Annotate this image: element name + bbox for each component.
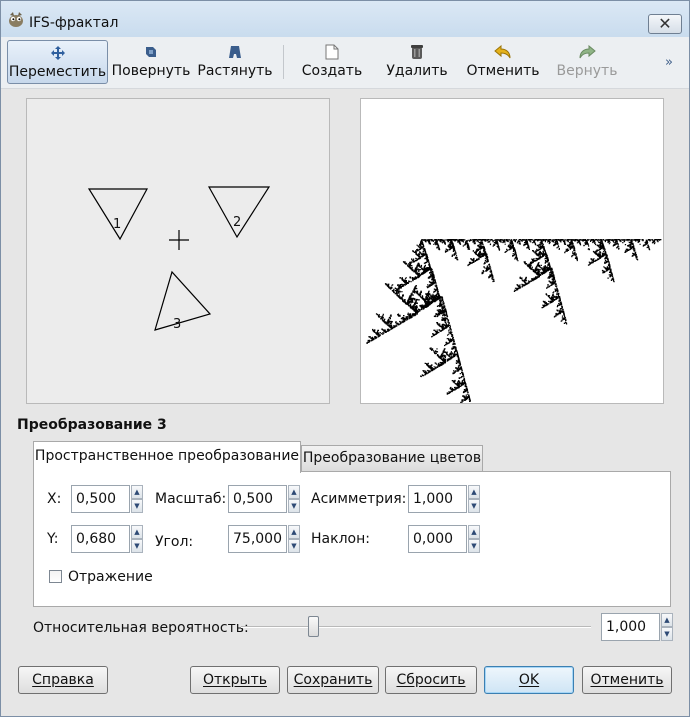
- triangle-label-1: 1: [113, 217, 121, 232]
- rotate-icon: [111, 40, 191, 62]
- angle-input[interactable]: 75,000: [228, 525, 287, 553]
- y-increment-icon[interactable]: ▲: [131, 525, 143, 539]
- title-bar: IFS-фрактал ✕: [1, 1, 689, 37]
- open-button[interactable]: Открыть: [190, 666, 280, 694]
- tool-label: Удалить: [383, 62, 451, 80]
- shear-label: Наклон:: [311, 531, 370, 547]
- triangle-3: [155, 272, 210, 330]
- y-input[interactable]: 0,680: [71, 525, 130, 553]
- scale-spinbox[interactable]: 0,500 ▲ ▼: [228, 485, 300, 513]
- tool-label: Переместить: [8, 63, 107, 81]
- probability-increment-icon[interactable]: ▲: [661, 613, 673, 627]
- tool-undo-button[interactable]: Отменить: [463, 40, 543, 84]
- flip-checkbox[interactable]: [49, 570, 62, 583]
- y-label: Y:: [47, 531, 58, 547]
- angle-label: Угол:: [155, 534, 193, 550]
- transform-title: Преобразование 3: [17, 417, 167, 433]
- shear-increment-icon[interactable]: ▲: [468, 525, 480, 539]
- tool-label: Растянуть: [197, 62, 273, 80]
- angle-increment-icon[interactable]: ▲: [288, 525, 300, 539]
- tool-redo-button[interactable]: Вернуть: [553, 40, 621, 84]
- window-title: IFS-фрактал: [29, 15, 118, 31]
- angle-decrement-icon[interactable]: ▼: [288, 539, 300, 553]
- y-spinbox[interactable]: 0,680 ▲ ▼: [71, 525, 143, 553]
- tool-rotate-button[interactable]: Повернуть: [111, 40, 191, 84]
- fractal-preview: [360, 98, 664, 404]
- stretch-icon: [197, 40, 273, 62]
- shear-decrement-icon[interactable]: ▼: [468, 539, 480, 553]
- triangle-label-3: 3: [173, 317, 181, 332]
- tool-label: Отменить: [463, 62, 543, 80]
- tool-delete-button[interactable]: Удалить: [383, 40, 451, 84]
- gimp-app-icon: [7, 10, 25, 28]
- x-increment-icon[interactable]: ▲: [131, 485, 143, 499]
- x-label: X:: [47, 491, 61, 507]
- y-decrement-icon[interactable]: ▼: [131, 539, 143, 553]
- shear-input[interactable]: 0,000: [408, 525, 467, 553]
- scale-label: Масштаб:: [155, 491, 226, 507]
- tool-new-button[interactable]: Создать: [299, 40, 365, 84]
- tool-stretch-button[interactable]: Растянуть: [197, 40, 273, 84]
- design-canvas[interactable]: 1 2 3: [26, 98, 330, 404]
- undo-icon: [463, 40, 543, 62]
- tab-color-transform[interactable]: Преобразование цветов: [301, 445, 483, 471]
- tool-label: Вернуть: [553, 62, 621, 80]
- tool-move-button[interactable]: Переместить: [7, 40, 108, 84]
- scale-increment-icon[interactable]: ▲: [288, 485, 300, 499]
- close-button[interactable]: ✕: [648, 14, 682, 34]
- fractal-image: [361, 99, 663, 403]
- help-button[interactable]: Справка: [18, 666, 108, 694]
- toolbar: Переместить Повернуть Растянуть Создать: [1, 37, 689, 89]
- probability-slider-track[interactable]: [241, 626, 591, 628]
- tool-label: Повернуть: [111, 62, 191, 80]
- toolbar-overflow-icon[interactable]: »: [665, 55, 673, 70]
- scale-decrement-icon[interactable]: ▼: [288, 499, 300, 513]
- x-input[interactable]: 0,500: [71, 485, 130, 513]
- probability-spinbox[interactable]: 1,000 ▲ ▼: [601, 613, 673, 641]
- asymmetry-decrement-icon[interactable]: ▼: [468, 499, 480, 513]
- tab-spatial-transform[interactable]: Пространственное преобразование: [33, 441, 301, 473]
- new-document-icon: [299, 40, 365, 62]
- probability-slider-handle[interactable]: [308, 616, 319, 637]
- scale-input[interactable]: 0,500: [228, 485, 287, 513]
- redo-icon: [553, 40, 621, 62]
- tool-label: Создать: [299, 62, 365, 80]
- x-spinbox[interactable]: 0,500 ▲ ▼: [71, 485, 143, 513]
- asymmetry-spinbox[interactable]: 1,000 ▲ ▼: [408, 485, 480, 513]
- move-icon: [8, 41, 107, 63]
- angle-spinbox[interactable]: 75,000 ▲ ▼: [228, 525, 300, 553]
- cancel-button[interactable]: Отменить: [582, 666, 672, 694]
- flip-label[interactable]: Отражение: [68, 569, 153, 585]
- shear-spinbox[interactable]: 0,000 ▲ ▼: [408, 525, 480, 553]
- ifs-fractal-dialog: IFS-фрактал ✕ Переместить Повернуть Раст…: [0, 0, 690, 717]
- design-drawing: [27, 99, 331, 405]
- asymmetry-input[interactable]: 1,000: [408, 485, 467, 513]
- asymmetry-increment-icon[interactable]: ▲: [468, 485, 480, 499]
- ok-button[interactable]: OK: [484, 666, 574, 694]
- reset-button[interactable]: Сбросить: [385, 666, 477, 694]
- close-icon: ✕: [658, 14, 671, 33]
- x-decrement-icon[interactable]: ▼: [131, 499, 143, 513]
- probability-decrement-icon[interactable]: ▼: [661, 627, 673, 641]
- fractal-points: [366, 239, 661, 403]
- triangle-label-2: 2: [233, 215, 241, 230]
- probability-label: Относительная вероятность:: [33, 620, 249, 636]
- probability-input[interactable]: 1,000: [601, 613, 660, 641]
- toolbar-separator: [283, 45, 284, 79]
- asymmetry-label: Асимметрия:: [311, 491, 406, 507]
- save-button[interactable]: Сохранить: [287, 666, 379, 694]
- trash-icon: [383, 40, 451, 62]
